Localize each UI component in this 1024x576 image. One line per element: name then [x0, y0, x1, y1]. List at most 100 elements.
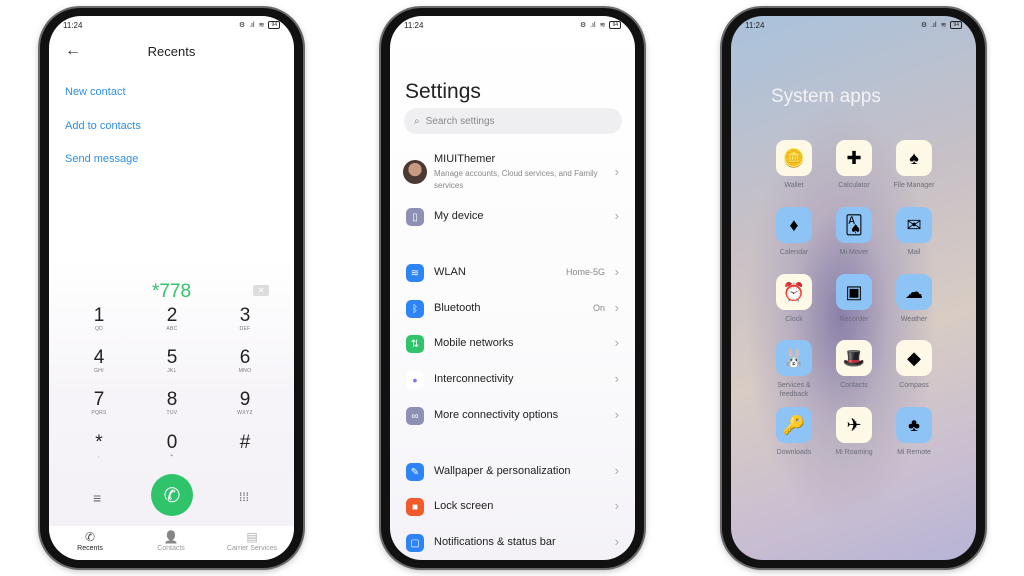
app-weather[interactable]: ☁ Weather: [884, 274, 944, 324]
wallet-icon: 🪙: [776, 140, 812, 176]
interconnect-icon: •: [406, 371, 424, 389]
backspace-icon[interactable]: ✕: [253, 285, 269, 296]
app-mi-mover[interactable]: 🂡 Mi Mover: [824, 207, 884, 257]
wifi-icon: ≋: [406, 264, 424, 282]
keypad-key-8[interactable]: 9 WXYZ: [215, 390, 275, 417]
new-contact-link[interactable]: New contact: [65, 86, 126, 98]
app-calendar[interactable]: ♦ Calendar: [764, 207, 824, 257]
keypad-key-11[interactable]: #: [215, 433, 275, 460]
status-time: 11:24: [745, 20, 765, 30]
keypad-key-3[interactable]: 4 GHI: [69, 348, 129, 375]
app-label: Calculator: [838, 182, 870, 189]
app-clock[interactable]: ⏰ Clock: [764, 274, 824, 324]
account-row[interactable]: MIUIThemer Manage accounts, Cloud servic…: [390, 148, 635, 194]
call-button[interactable]: ✆: [151, 474, 193, 516]
bluetooth-icon: ᛒ: [406, 300, 424, 318]
keypad-key-5[interactable]: 6 MNO: [215, 348, 275, 375]
settings-item-wlan[interactable]: ≋ WLAN Home-5G ›: [390, 258, 635, 288]
settings-item-bluetooth[interactable]: ᛒ Bluetooth On ›: [390, 294, 635, 324]
tab-recents[interactable]: ✆ Recents: [55, 530, 125, 552]
lock-icon: ■: [406, 498, 424, 516]
keypad-key-0[interactable]: 1 QD: [69, 306, 129, 333]
contacts-icon: 🎩: [836, 340, 872, 376]
key-digit: 0: [166, 432, 178, 453]
key-digit: #: [239, 432, 251, 453]
key-digit: 3: [239, 305, 251, 326]
dialpad-icon[interactable]: ⁞⁞⁞: [239, 490, 249, 504]
app-recorder[interactable]: ▣ Recorder: [824, 274, 884, 324]
app-contacts[interactable]: 🎩 Contacts: [824, 340, 884, 390]
avatar: [403, 160, 427, 184]
app-services-feedback[interactable]: 🐰 Services & feedback: [764, 340, 824, 399]
settings-item-label: Wallpaper & personalization: [434, 465, 571, 477]
send-message-link[interactable]: Send message: [65, 153, 138, 165]
settings-item-label: Mobile networks: [434, 337, 514, 349]
keypad-key-2[interactable]: 3 DEF: [215, 306, 275, 333]
tab-label: Recents: [77, 545, 103, 552]
battery-icon: 94: [609, 21, 621, 29]
app-label: Downloads: [776, 449, 812, 456]
settings-item-mobile-networks[interactable]: ⇅ Mobile networks ›: [390, 329, 635, 359]
add-to-contacts-link[interactable]: Add to contacts: [65, 120, 141, 132]
settings-item-value: On: [592, 303, 605, 313]
settings-item-interconnectivity[interactable]: • Interconnectivity ›: [390, 365, 635, 395]
app-file-manager[interactable]: ♠ File Manager: [884, 140, 944, 190]
app-compass[interactable]: ◆ Compass: [884, 340, 944, 390]
app-label: Wallet: [784, 182, 804, 189]
folder-title: System apps: [771, 86, 881, 107]
key-letters: GHI: [94, 368, 104, 374]
app-mi-roaming[interactable]: ✈ Mi Roaming: [824, 407, 884, 457]
tab-contacts[interactable]: 👤 Contacts: [136, 530, 206, 552]
search-input[interactable]: ⌕ Search settings: [404, 108, 622, 134]
keypad-key-9[interactable]: *,: [69, 433, 129, 460]
chevron-right-icon: ›: [614, 407, 619, 422]
battery-icon: 94: [268, 21, 280, 29]
app-label: Calendar: [779, 249, 809, 256]
settings-item-wallpaper-personalization[interactable]: ✎ Wallpaper & personalization ›: [390, 457, 635, 487]
key-digit: 2: [166, 305, 178, 326]
keypad-key-10[interactable]: 0 +: [142, 433, 202, 460]
settings-item-lock-screen[interactable]: ■ Lock screen ›: [390, 492, 635, 522]
app-calculator[interactable]: ✚ Calculator: [824, 140, 884, 190]
settings-item-label: Notifications & status bar: [434, 536, 556, 548]
keypad-key-4[interactable]: 5 JKL: [142, 348, 202, 375]
settings-item-my-device[interactable]: ▯ My device ›: [390, 202, 635, 232]
app-wallet[interactable]: 🪙 Wallet: [764, 140, 824, 190]
keypad-key-6[interactable]: 7 PQRS: [69, 390, 129, 417]
settings-icon: ⚙: [920, 22, 928, 29]
page-title: Recents: [147, 44, 196, 59]
keypad-key-1[interactable]: 2 ABC: [142, 306, 202, 333]
calculator-icon: ✚: [836, 140, 872, 176]
settings-screen: 11:24 ⚙ .ıl ≋ 94 Settings ⌕ Search settings …: [390, 16, 635, 560]
wifi-icon: ≋: [258, 22, 265, 29]
key-digit: 7: [93, 389, 105, 410]
recorder-icon: ▣: [836, 274, 872, 310]
search-placeholder: Search settings: [425, 115, 495, 127]
settings-item-notifications-status-bar[interactable]: ▢ Notifications & status bar ›: [390, 528, 635, 558]
wallpaper-icon: ✎: [406, 463, 424, 481]
phone-dialer: 11:24 ⚙ .ıl ≋ 94 ← Recents New contact Add …: [40, 8, 303, 568]
settings-item-more-connectivity-options[interactable]: ∞ More connectivity options ›: [390, 401, 635, 431]
clock-icon: ⏰: [776, 274, 812, 310]
key-letters: WXYZ: [237, 410, 253, 416]
app-label: Clock: [785, 316, 803, 323]
chevron-right-icon: ›: [614, 300, 619, 315]
app-downloads[interactable]: 🔑 Downloads: [764, 407, 824, 457]
device-icon: ▯: [406, 208, 424, 226]
calendar-icon: ♦: [776, 207, 812, 243]
status-bar: 11:24 ⚙ .ıl ≋ 94: [63, 19, 280, 31]
app-label: Mi Roaming: [835, 449, 873, 456]
wifi-icon: ≋: [940, 22, 947, 29]
tab-carrier-services[interactable]: ▤ Carrier Services: [217, 530, 287, 552]
key-letters: DEF: [239, 326, 251, 332]
app-label: Weather: [900, 316, 928, 323]
compass-icon: ◆: [896, 340, 932, 376]
signal-icon: .ıl: [590, 21, 596, 29]
keypad-key-7[interactable]: 8 TUV: [142, 390, 202, 417]
search-icon: ⌕: [414, 115, 420, 127]
menu-icon[interactable]: ≡: [93, 490, 101, 506]
wifi-icon: ≋: [599, 22, 606, 29]
app-mi-remote[interactable]: ♣ Mi Remote: [884, 407, 944, 457]
roaming-icon: ✈: [836, 407, 872, 443]
app-mail[interactable]: ✉ Mail: [884, 207, 944, 257]
